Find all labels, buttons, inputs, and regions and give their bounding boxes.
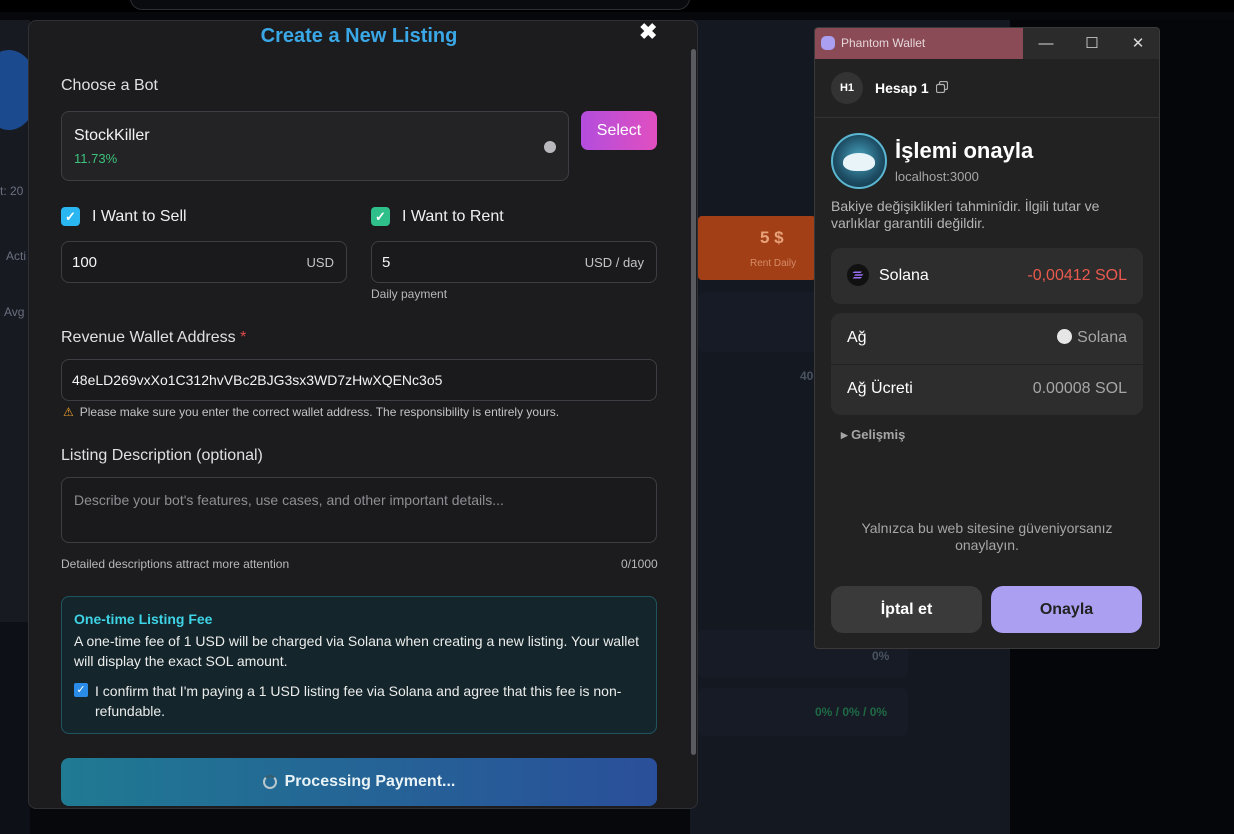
background-search-pill — [130, 0, 690, 10]
selected-bot-performance: 11.73% — [74, 151, 118, 166]
close-window-icon[interactable]: ✕ — [1115, 28, 1159, 59]
background-percent: 0% — [872, 649, 890, 663]
modal-title: Create a New Listing — [260, 25, 458, 47]
fee-title: One-time Listing Fee — [74, 611, 213, 627]
network-details-card: Ağ Solana Ağ Ücreti 0.00008 SOL — [831, 313, 1143, 415]
network-label: Ağ — [847, 329, 867, 346]
network-value: Solana — [1057, 329, 1127, 347]
sell-checkbox-label: I Want to Sell — [92, 207, 187, 225]
background-bottom-left-panel — [0, 622, 30, 834]
asset-name: Solana — [879, 267, 929, 284]
processing-payment-label: Processing Payment... — [284, 773, 456, 790]
choose-bot-label: Choose a Bot — [61, 77, 158, 94]
network-fee-label: Ağ Ücreti — [847, 380, 913, 397]
selected-bot-name: StockKiller — [74, 127, 150, 144]
create-listing-modal: Create a New Listing ✖ Choose a Bot Stoc… — [28, 20, 698, 809]
fee-confirm-text: I confirm that I'm paying a 1 USD listin… — [95, 683, 622, 719]
rent-checkbox[interactable]: ✓ — [371, 207, 390, 226]
header-divider — [815, 117, 1159, 118]
sell-price-unit: USD — [306, 255, 334, 270]
balance-change-card: Solana -0,00412 SOL — [831, 248, 1143, 304]
bot-select-field[interactable]: StockKiller 11.73% — [61, 111, 569, 181]
advanced-toggle[interactable]: ▸ Gelişmiş — [841, 427, 905, 443]
confirm-button[interactable]: Onayla — [991, 586, 1142, 633]
warning-icon: ⚠ — [63, 405, 74, 419]
minimize-icon[interactable]: — — [1023, 28, 1069, 59]
rent-checkbox-label: I Want to Rent — [402, 207, 504, 225]
solana-icon — [847, 264, 869, 286]
confirm-transaction-heading: İşlemi onayla — [895, 138, 1034, 163]
background-rent-label: Rent Daily — [750, 258, 797, 269]
wallet-warning-text: Please make sure you enter the correct w… — [79, 405, 560, 419]
wallet-address-label: Revenue Wallet Address * — [61, 329, 247, 346]
description-textarea[interactable]: Describe your bot's features, use cases,… — [61, 477, 657, 543]
spinner-icon — [262, 775, 277, 789]
advanced-label: Gelişmiş — [851, 427, 906, 442]
rent-option[interactable]: ✓ I Want to Rent — [371, 207, 504, 226]
sell-price-value: 100 — [72, 254, 98, 271]
modal-scrollbar[interactable] — [691, 49, 696, 755]
account-name[interactable]: Hesap 1 — [875, 80, 929, 96]
background-stub-text: t: 20 — [0, 184, 24, 198]
origin-host: localhost:3000 — [895, 169, 979, 184]
fee-description: A one-time fee of 1 USD will be charged … — [74, 633, 639, 669]
copy-icon[interactable] — [936, 81, 948, 93]
balance-notice: Bakiye değişiklikleri tahminîdir. İlgili… — [831, 198, 1100, 231]
wallet-address-value: 48eLD269vxXo1C312hvVBc2BJG3sx3WD7zHwXQEN… — [72, 372, 443, 388]
background-rent-price: 5 $ — [760, 228, 784, 247]
listing-fee-box: One-time Listing Fee A one-time fee of 1… — [61, 596, 657, 734]
phantom-wallet-window: Phantom Wallet — ☐ ✕ H1 Hesap 1 İşlemi o… — [814, 27, 1160, 649]
cancel-button[interactable]: İptal et — [831, 586, 982, 633]
row-divider — [831, 364, 1143, 365]
phantom-logo-icon — [821, 36, 835, 50]
account-avatar[interactable]: H1 — [831, 72, 863, 104]
network-fee-value: 0.00008 SOL — [1032, 380, 1127, 397]
required-mark: * — [240, 329, 247, 346]
solana-small-icon — [1057, 329, 1073, 344]
site-whale-icon — [831, 133, 887, 189]
window-titlebar: Phantom Wallet — ☐ ✕ — [815, 28, 1159, 59]
close-icon[interactable]: ✖ — [639, 21, 657, 45]
background-rent-price-card: 5 $ Rent Daily — [698, 216, 816, 280]
rent-helper-text: Daily payment — [371, 287, 448, 301]
background-number: 40 — [800, 369, 814, 383]
status-dot-icon — [544, 141, 556, 153]
description-helper-text: Detailed descriptions attract more atten… — [61, 557, 290, 571]
maximize-icon[interactable]: ☐ — [1069, 28, 1115, 59]
rent-price-value: 5 — [382, 254, 391, 271]
trust-notice: Yalnızca bu web sitesine güveniyorsanız … — [861, 520, 1113, 553]
description-placeholder: Describe your bot's features, use cases,… — [74, 492, 504, 508]
fee-confirm-checkbox[interactable]: ✓ — [74, 683, 88, 697]
wallet-warning: ⚠ Please make sure you enter the correct… — [63, 405, 559, 419]
asset-amount: -0,00412 SOL — [1027, 267, 1127, 284]
wallet-address-input[interactable]: 48eLD269vxXo1C312hvVBc2BJG3sx3WD7zHwXQEN… — [61, 359, 657, 401]
background-stub-text: Acti — [6, 249, 27, 263]
select-bot-button[interactable]: Select — [581, 111, 657, 150]
description-label: Listing Description (optional) — [61, 447, 263, 464]
sell-price-input[interactable]: 100 USD — [61, 241, 347, 283]
sell-checkbox[interactable]: ✓ — [61, 207, 80, 226]
rent-price-unit: USD / day — [584, 255, 644, 270]
sell-option[interactable]: ✓ I Want to Sell — [61, 207, 187, 226]
processing-payment-button[interactable]: Processing Payment... — [61, 758, 657, 806]
background-percent-triple: 0% / 0% / 0% — [815, 705, 888, 719]
rent-price-input[interactable]: 5 USD / day — [371, 241, 657, 283]
description-counter: 0/1000 — [621, 557, 658, 571]
background-stub-text: Avg — [4, 305, 25, 319]
window-title: Phantom Wallet — [841, 36, 926, 50]
